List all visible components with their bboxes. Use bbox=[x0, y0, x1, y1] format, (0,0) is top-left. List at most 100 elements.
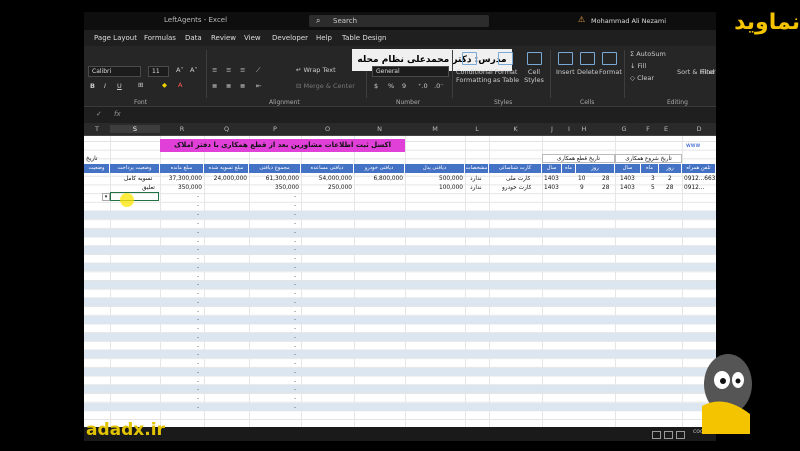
comma-icon[interactable]: 9 bbox=[402, 82, 406, 90]
cell-end-month[interactable]: 9 bbox=[580, 184, 584, 192]
user-name[interactable]: Mohammad Ali Nezami bbox=[591, 17, 666, 25]
align-center-icon[interactable]: ≣ bbox=[226, 82, 231, 90]
align-top-icon[interactable]: ≡ bbox=[212, 66, 217, 74]
cell-start-day[interactable]: 2 bbox=[668, 175, 672, 183]
dropdown-arrow-icon[interactable]: ▾ bbox=[102, 193, 110, 201]
header-status[interactable]: وضعیت bbox=[84, 164, 110, 173]
header-car[interactable]: دیافتی خودرو bbox=[354, 164, 405, 173]
page-layout-view-icon[interactable] bbox=[664, 431, 673, 439]
header-start-day[interactable]: روز bbox=[659, 164, 682, 173]
cell-car[interactable]: 6,800,000 bbox=[356, 175, 403, 183]
spreadsheet-grid[interactable]: اکسل ثبت اطلاعات مشاورین بعد از قطع همکا… bbox=[84, 136, 716, 427]
cell-total[interactable]: 61,300,000 bbox=[251, 175, 299, 183]
column-header[interactable]: M bbox=[405, 125, 465, 133]
underline-icon[interactable]: U bbox=[117, 82, 122, 90]
fill-color-icon[interactable]: ◆ bbox=[162, 81, 167, 89]
active-cell[interactable] bbox=[110, 192, 159, 201]
bold-icon[interactable]: B bbox=[90, 82, 95, 90]
partial-link[interactable]: www bbox=[686, 142, 700, 150]
cell-spec[interactable]: ندارد bbox=[470, 175, 482, 183]
column-header[interactable]: P bbox=[249, 125, 301, 133]
cell-start-month[interactable]: 5 bbox=[651, 184, 655, 192]
header-card[interactable]: کارت شناسائی bbox=[489, 164, 542, 173]
sheet-title[interactable]: اکسل ثبت اطلاعات مشاورین بعد از قطع همکا… bbox=[160, 139, 405, 152]
header-start-year[interactable]: سال bbox=[615, 164, 641, 173]
menu-table-design[interactable]: Table Design bbox=[342, 34, 387, 42]
conditional-formatting-button[interactable]: Conditional Formatting bbox=[456, 68, 493, 84]
font-grow-icon[interactable]: A˄ bbox=[176, 66, 184, 74]
accounting-icon[interactable]: $ bbox=[374, 82, 378, 90]
cell-end-day[interactable]: 28 bbox=[602, 175, 609, 183]
header-remaining[interactable]: مبلغ مانده bbox=[160, 164, 204, 173]
column-header[interactable]: G bbox=[615, 125, 633, 133]
cell-phone[interactable]: 0912... bbox=[684, 184, 704, 192]
cell-start-month[interactable]: 3 bbox=[651, 175, 655, 183]
delete-button[interactable]: Delete bbox=[577, 68, 598, 76]
cell-styles-button[interactable]: Cell Styles bbox=[523, 68, 545, 84]
indent-icon[interactable]: ⇤ bbox=[256, 82, 261, 90]
header-settled[interactable]: مبلغ تسویه شده bbox=[204, 164, 249, 173]
cell-start-day[interactable]: 28 bbox=[666, 184, 673, 192]
column-header[interactable]: F bbox=[641, 125, 655, 133]
cell-total[interactable]: 350,000 bbox=[251, 184, 299, 192]
header-start-month[interactable]: ماه bbox=[641, 164, 659, 173]
normal-view-icon[interactable] bbox=[652, 431, 661, 439]
cell-end-month[interactable]: 10 bbox=[578, 175, 585, 183]
cell-pedal[interactable]: 500,000 bbox=[407, 175, 463, 183]
column-header-selected[interactable]: S bbox=[110, 125, 160, 133]
menu-view[interactable]: View bbox=[244, 34, 261, 42]
align-right-icon[interactable]: ≣ bbox=[240, 82, 245, 90]
column-header[interactable]: J bbox=[542, 125, 562, 133]
header-end-day[interactable]: روز bbox=[576, 164, 615, 173]
fx-icon[interactable]: fx bbox=[114, 110, 121, 118]
number-format-select[interactable]: General bbox=[372, 66, 449, 77]
cell-status[interactable]: تعلیق bbox=[142, 184, 155, 192]
cell-settled[interactable]: 24,000,000 bbox=[206, 175, 247, 183]
cell-end-year[interactable]: 1403 bbox=[544, 175, 559, 183]
column-header[interactable]: D bbox=[682, 125, 716, 133]
cell-status[interactable]: تسویه کامل bbox=[124, 175, 152, 183]
wrap-text-button[interactable]: ↵ Wrap Text bbox=[296, 66, 336, 74]
merge-center-button[interactable]: ⊟ Merge & Center bbox=[296, 82, 355, 90]
header-phone[interactable]: تلفن همراه bbox=[682, 164, 716, 173]
header-payment-status[interactable]: وضعیت پرداخت bbox=[110, 164, 160, 173]
column-header[interactable]: N bbox=[354, 125, 405, 133]
decrease-decimal-icon[interactable]: .0⁻ bbox=[434, 82, 444, 90]
cell-card[interactable]: کارت ملی bbox=[506, 175, 530, 183]
column-header[interactable]: K bbox=[489, 125, 542, 133]
header-pedal[interactable]: دیافتی پدل bbox=[405, 164, 465, 173]
format-button[interactable]: Format bbox=[599, 68, 622, 76]
menu-data[interactable]: Data bbox=[185, 34, 202, 42]
fill-button[interactable]: ↓ Fill bbox=[630, 62, 646, 70]
align-bottom-icon[interactable]: ≡ bbox=[240, 66, 245, 74]
menu-help[interactable]: Help bbox=[316, 34, 332, 42]
autosum-button[interactable]: Σ AutoSum bbox=[630, 50, 666, 58]
column-header[interactable]: I bbox=[562, 125, 576, 133]
menu-review[interactable]: Review bbox=[211, 34, 236, 42]
find-select-button[interactable]: Find & Select bbox=[701, 68, 716, 76]
percent-icon[interactable]: % bbox=[388, 82, 394, 90]
cell-spec[interactable]: ندارد bbox=[470, 184, 482, 192]
cell-end-day[interactable]: 28 bbox=[602, 184, 609, 192]
page-break-view-icon[interactable] bbox=[676, 431, 685, 439]
header-total[interactable]: مجموع دیافتی bbox=[249, 164, 301, 173]
column-header[interactable]: O bbox=[301, 125, 354, 133]
check-icon[interactable]: ✓ bbox=[96, 110, 102, 118]
column-header[interactable]: R bbox=[160, 125, 204, 133]
format-as-table-button[interactable]: Format as Table bbox=[491, 68, 521, 84]
header-end-year[interactable]: سال bbox=[542, 164, 562, 173]
insert-button[interactable]: Insert bbox=[556, 68, 575, 76]
borders-icon[interactable]: ⊞ bbox=[138, 81, 143, 89]
italic-icon[interactable]: I bbox=[104, 82, 106, 90]
cell-settled[interactable] bbox=[206, 184, 247, 192]
column-header[interactable]: Q bbox=[204, 125, 249, 133]
cell-remaining[interactable]: 350,000 bbox=[162, 184, 202, 192]
search-box[interactable]: ⌕ Search bbox=[309, 15, 489, 27]
align-middle-icon[interactable]: ≡ bbox=[226, 66, 231, 74]
cell-card[interactable]: کارت خودرو bbox=[502, 184, 531, 192]
cell-start-year[interactable]: 1403 bbox=[620, 175, 635, 183]
warning-icon[interactable]: ⚠ bbox=[578, 15, 585, 24]
column-header[interactable]: L bbox=[465, 125, 489, 133]
cell-remaining[interactable]: 37,300,000 bbox=[162, 175, 202, 183]
font-shrink-icon[interactable]: A˅ bbox=[190, 66, 198, 74]
